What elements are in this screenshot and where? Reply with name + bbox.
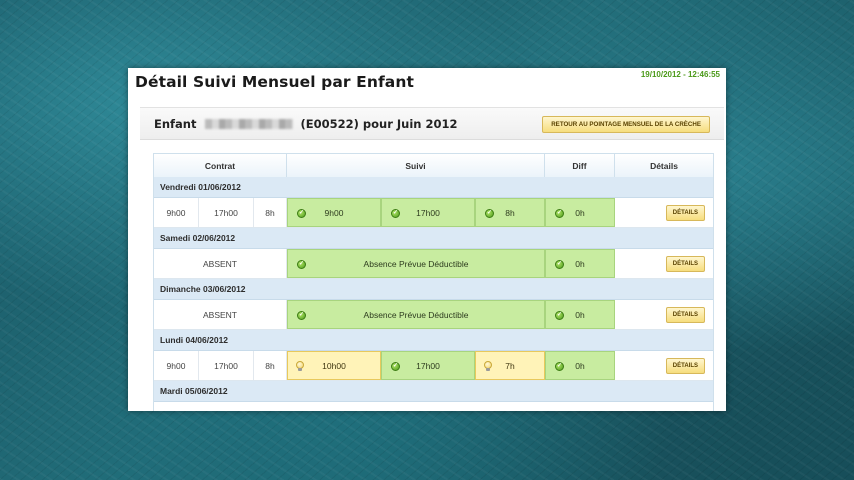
details-button[interactable]: DÉTAILS (665, 256, 705, 272)
check-circle-icon: ✓ (555, 260, 564, 269)
app-window: Détail Suivi Mensuel par Enfant 19/10/20… (128, 68, 726, 411)
absence-cell[interactable]: ✓ Absence Prévue Déductible (287, 249, 545, 278)
tracking-arrival-cell[interactable]: ✓ 9h00 (287, 198, 381, 227)
contract-absent: ABSENT (154, 300, 287, 329)
child-label: Enfant (E00522) pour Juin 2012 (154, 117, 458, 131)
redacted-name (204, 119, 293, 129)
page-title: Détail Suivi Mensuel par Enfant (135, 73, 415, 91)
diff-cell: ✓ 0h (545, 351, 615, 380)
diff-value: 0h (575, 309, 585, 320)
table-row: ABSENT ✓ Absence Prévue Déductible ✓ 0h … (154, 249, 713, 279)
check-circle-icon: ✓ (555, 311, 564, 320)
back-to-monthly-button[interactable]: RETOUR AU POINTAGE MENSUEL DE LA CRÈCHE (542, 116, 710, 133)
contract-start: 9h00 (154, 198, 199, 227)
diff-cell: ✓ 0h (545, 300, 615, 329)
details-button[interactable]: DÉTAILS (665, 358, 705, 374)
tracking-hours-cell[interactable]: 7h (475, 351, 545, 380)
check-circle-icon: ✓ (297, 260, 306, 269)
tracking-departure-cell[interactable]: ✓ 17h00 (381, 198, 475, 227)
details-button[interactable]: DÉTAILS (665, 205, 705, 221)
date-label: Dimanche 03/06/2012 (160, 284, 246, 294)
tracking-hours-cell[interactable]: ✓ 8h (475, 198, 545, 227)
contract-hours: 8h (254, 198, 287, 227)
table-row: ABSENT ✓ Absence Prévue Déductible ✓ 0h … (154, 300, 713, 330)
lightbulb-icon (295, 361, 305, 372)
tracking-hours: 7h (505, 360, 515, 371)
details-cell: DÉTAILS (615, 351, 713, 380)
tracking-hours: 8h (505, 207, 515, 218)
date-label: Mardi 05/06/2012 (160, 386, 228, 396)
tracking-arrival-cell[interactable]: 10h00 (287, 351, 381, 380)
date-row: Vendredi 01/06/2012 (154, 177, 713, 198)
contract-hours: 8h (254, 351, 287, 380)
check-circle-icon: ✓ (297, 209, 306, 218)
tracking-arrival: 9h00 (324, 207, 344, 218)
child-period: pour Juin 2012 (362, 117, 458, 131)
column-header-suivi: Suivi (287, 154, 545, 178)
details-button[interactable]: DÉTAILS (665, 307, 705, 323)
date-label: Samedi 02/06/2012 (160, 233, 236, 243)
child-code: (E00522) (300, 117, 359, 131)
details-cell: DÉTAILS (615, 300, 713, 329)
check-circle-icon: ✓ (391, 362, 400, 371)
contract-absent: ABSENT (154, 249, 287, 278)
child-prefix: Enfant (154, 117, 197, 131)
diff-value: 0h (575, 258, 585, 269)
column-header-diff: Diff (545, 154, 615, 178)
lightbulb-icon (483, 361, 493, 372)
absence-text: Absence Prévue Déductible (363, 258, 469, 269)
diff-cell: ✓ 0h (545, 249, 615, 278)
check-circle-icon: ✓ (297, 311, 306, 320)
absence-text: Absence Prévue Déductible (363, 309, 469, 320)
diff-cell: ✓ 0h (545, 198, 615, 227)
tracking-departure: 17h00 (416, 360, 440, 371)
date-label: Lundi 04/06/2012 (160, 335, 229, 345)
check-circle-icon: ✓ (555, 362, 564, 371)
column-header-contrat: Contrat (154, 154, 287, 178)
date-row: Lundi 04/06/2012 (154, 330, 713, 351)
check-circle-icon: ✓ (391, 209, 400, 218)
monthly-tracking-table: Contrat Suivi Diff Détails Vendredi 01/0… (153, 153, 714, 411)
diff-value: 0h (575, 360, 585, 371)
date-row: Samedi 02/06/2012 (154, 228, 713, 249)
table-row: 9h00 17h00 8h ✓ 9h00 ✓ 17h00 ✓ 8h ✓ 0h D… (154, 198, 713, 228)
tracking-arrival: 10h00 (322, 360, 346, 371)
check-circle-icon: ✓ (555, 209, 564, 218)
date-row: Dimanche 03/06/2012 (154, 279, 713, 300)
child-header-bar: Enfant (E00522) pour Juin 2012 RETOUR AU… (140, 107, 724, 140)
contract-end: 17h00 (199, 198, 254, 227)
timestamp: 19/10/2012 - 12:46:55 (640, 70, 720, 79)
details-cell: DÉTAILS (615, 198, 713, 227)
check-circle-icon: ✓ (485, 209, 494, 218)
diff-value: 0h (575, 207, 585, 218)
tracking-departure-cell[interactable]: ✓ 17h00 (381, 351, 475, 380)
table-header: Contrat Suivi Diff Détails (154, 153, 713, 179)
contract-end: 17h00 (199, 351, 254, 380)
date-row: Mardi 05/06/2012 (154, 381, 713, 402)
tracking-departure: 17h00 (416, 207, 440, 218)
absence-cell[interactable]: ✓ Absence Prévue Déductible (287, 300, 545, 329)
date-label: Vendredi 01/06/2012 (160, 182, 241, 192)
contract-start: 9h00 (154, 351, 199, 380)
details-cell: DÉTAILS (615, 249, 713, 278)
column-header-details: Détails (650, 161, 678, 171)
table-row: 9h00 17h00 8h 10h00 ✓ 17h00 7h ✓ 0h DÉTA… (154, 351, 713, 381)
